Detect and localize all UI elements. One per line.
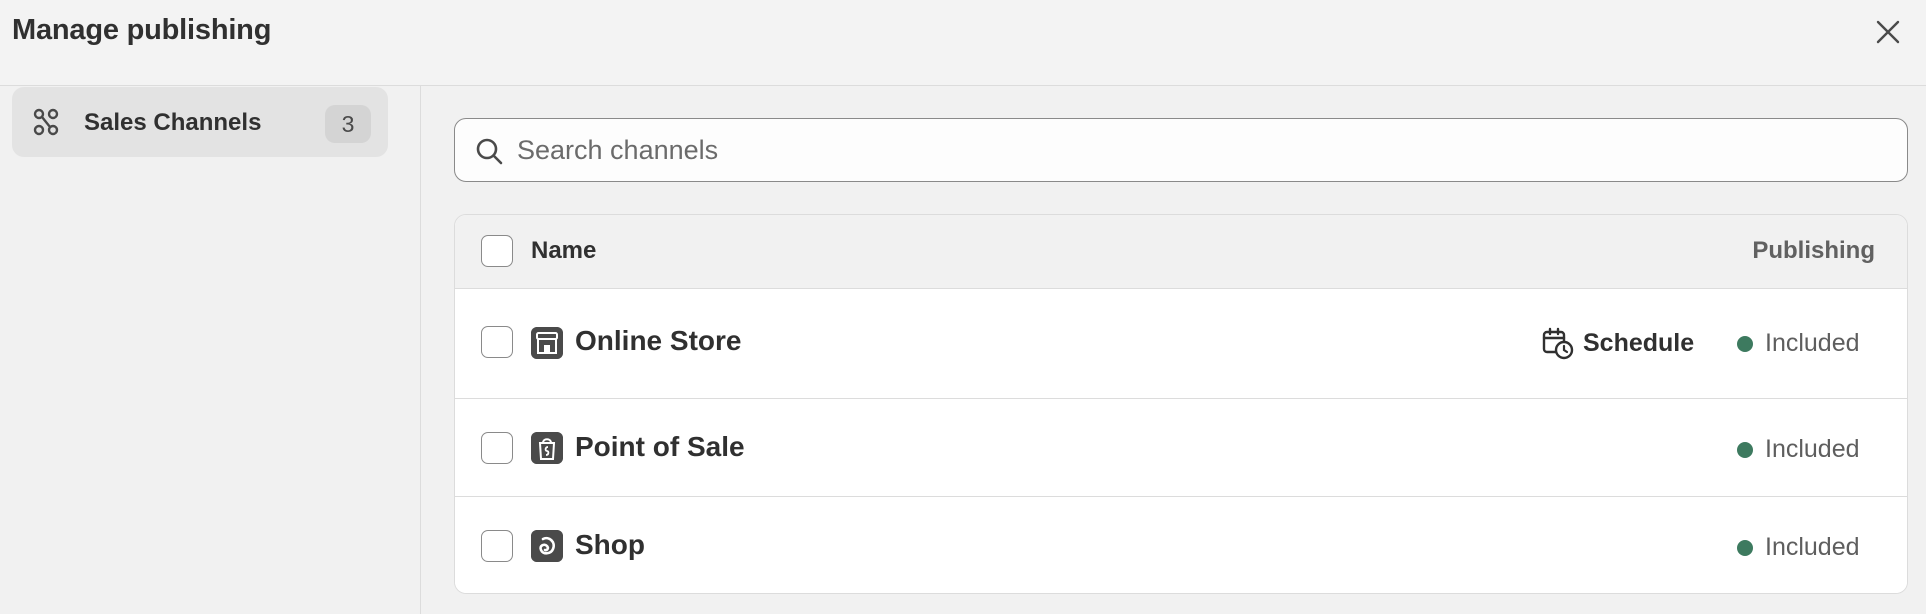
table-header: Name Publishing — [455, 215, 1907, 289]
store-icon — [531, 327, 563, 359]
close-button[interactable] — [1870, 14, 1906, 50]
modal-header: Manage publishing — [0, 0, 1926, 86]
sidebar: Sales Channels 3 — [0, 86, 421, 614]
status-label: Included — [1765, 533, 1860, 561]
select-all-checkbox[interactable] — [481, 235, 513, 267]
schedule-label: Schedule — [1583, 328, 1695, 357]
shop-icon — [531, 530, 563, 562]
calendar-clock-icon — [1542, 327, 1574, 360]
status-badge: Included — [1737, 533, 1860, 562]
sidebar-item-label: Sales Channels — [84, 109, 262, 136]
row-checkbox[interactable] — [481, 326, 513, 358]
search-box[interactable] — [454, 118, 1908, 182]
status-dot — [1737, 441, 1753, 458]
channel-name: Shop — [575, 529, 645, 560]
channels-table: Name Publishing Online Store Schedule In… — [454, 214, 1908, 594]
main-panel: Name Publishing Online Store Schedule — [422, 86, 1926, 614]
close-icon — [1876, 20, 1900, 44]
channel-name: Point of Sale — [575, 431, 745, 462]
count-badge: 3 — [325, 105, 371, 143]
table-row[interactable]: Online Store Schedule Included — [455, 289, 1907, 399]
column-header-name: Name — [531, 237, 597, 264]
sidebar-item-sales-channels[interactable]: Sales Channels 3 — [12, 87, 388, 157]
status-label: Included — [1765, 329, 1860, 357]
search-icon — [476, 138, 503, 165]
sales-channels-icon — [33, 108, 59, 136]
status-label: Included — [1765, 435, 1860, 463]
channel-name: Online Store — [575, 325, 742, 356]
column-header-publishing: Publishing — [1752, 237, 1875, 264]
status-badge: Included — [1737, 329, 1860, 358]
row-checkbox[interactable] — [481, 432, 513, 464]
table-row[interactable]: Shop Included — [455, 497, 1907, 593]
row-checkbox[interactable] — [481, 530, 513, 562]
bag-icon — [531, 432, 563, 464]
search-input[interactable] — [517, 127, 1887, 173]
schedule-button[interactable]: Schedule — [1541, 325, 1694, 361]
status-dot — [1737, 539, 1753, 556]
modal-title: Manage publishing — [12, 14, 272, 46]
table-row[interactable]: Point of Sale Included — [455, 399, 1907, 497]
status-badge: Included — [1737, 435, 1860, 464]
status-dot — [1737, 335, 1753, 352]
